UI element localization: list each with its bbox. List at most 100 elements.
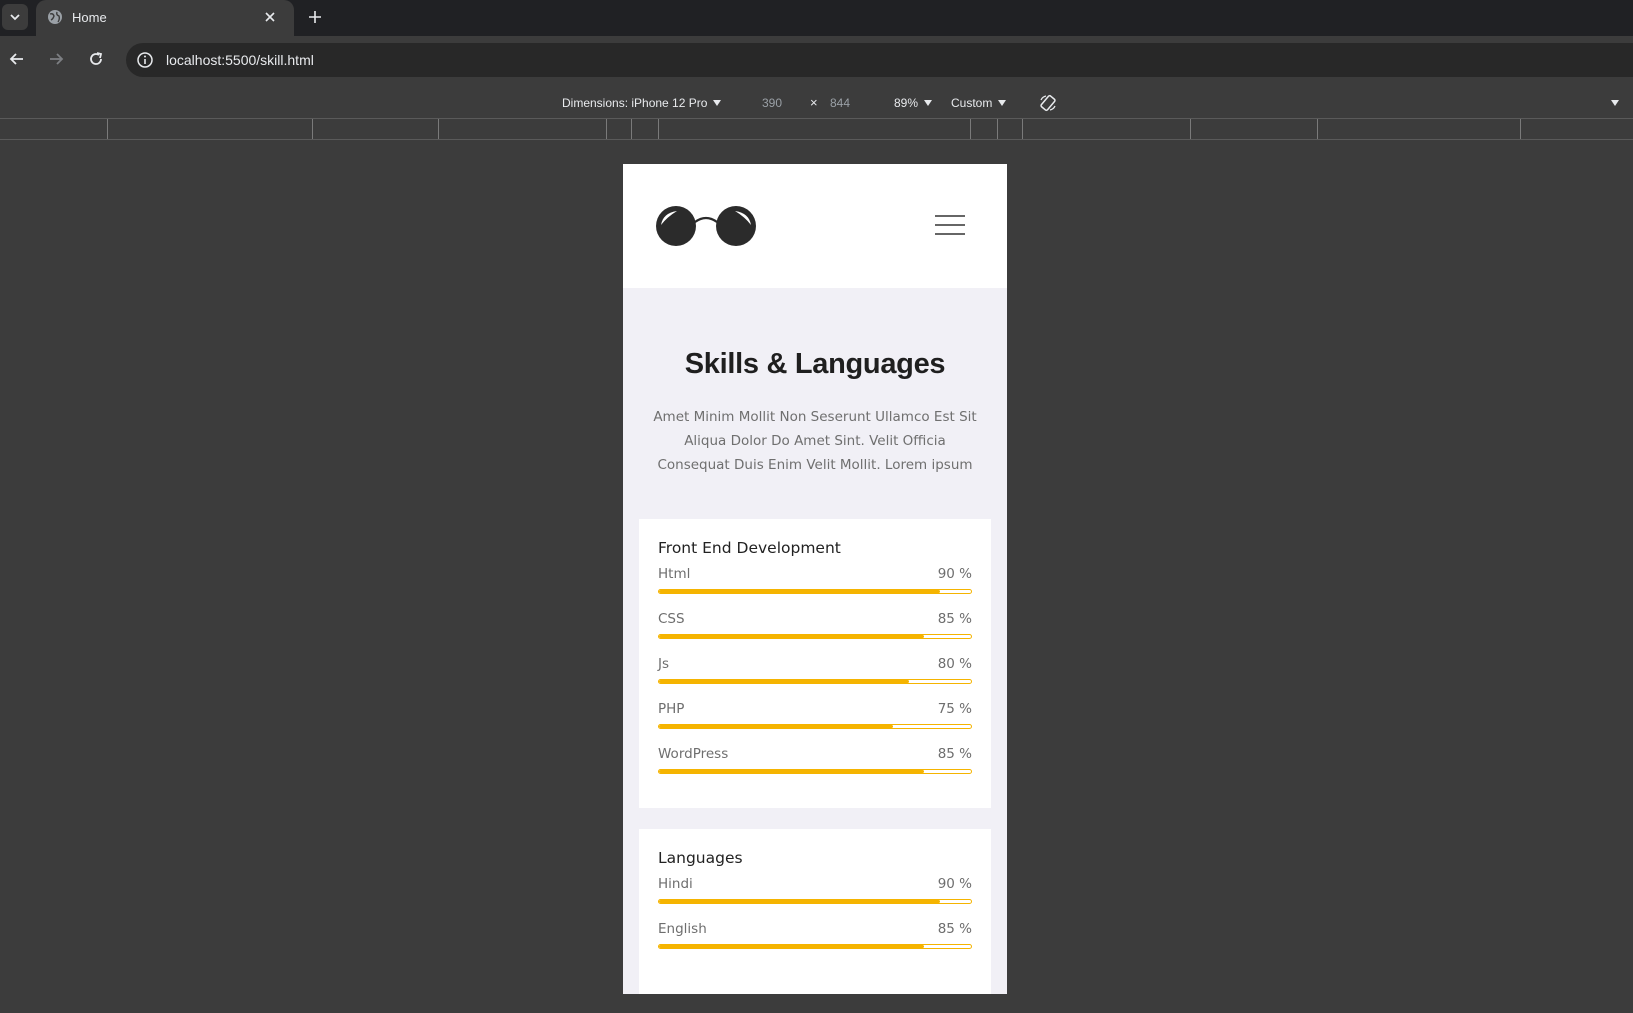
progress-fill	[659, 725, 893, 728]
page-title: Skills & Languages	[684, 348, 946, 380]
caret-down-icon	[998, 100, 1007, 106]
arrow-left-icon	[9, 53, 23, 65]
tab-strip: Home	[0, 0, 1633, 36]
new-tab-button[interactable]	[304, 6, 326, 28]
rotate-icon	[1040, 94, 1056, 112]
caret-down-icon	[713, 100, 722, 106]
ruler-tick	[438, 119, 439, 139]
skill-percent: 90 %	[937, 566, 972, 582]
device-viewport: Skills & Languages Amet Minim Mollit Non…	[623, 164, 1007, 994]
ruler-tick	[606, 119, 607, 139]
plus-icon	[309, 11, 321, 23]
skill-row: CSS 85 %	[658, 611, 972, 656]
device-select[interactable]: Dimensions: iPhone 12 Pro	[562, 96, 722, 110]
browser-toolbar: localhost:5500/skill.html	[0, 36, 1633, 82]
progress-bar	[658, 899, 972, 904]
ruler-tick	[631, 119, 632, 139]
ruler-tick	[997, 119, 998, 139]
ruler-tick	[1190, 119, 1191, 139]
skill-name: English	[658, 921, 707, 937]
progress-bar	[658, 679, 972, 684]
progress-fill	[659, 770, 925, 773]
skill-name: PHP	[658, 701, 685, 717]
skill-row: Js 80 %	[658, 656, 972, 701]
skill-list: Hindi 90 % English 85 %	[658, 876, 972, 966]
throttle-select[interactable]: Custom	[951, 96, 1007, 110]
hamburger-line	[935, 215, 965, 217]
skill-percent: 90 %	[937, 876, 972, 892]
skill-percent: 80 %	[937, 656, 972, 672]
skill-list: Html 90 % CSS 85 % Js 80 % PHP 75 % WordPress 85 …	[658, 566, 972, 791]
caret-down-icon	[1611, 100, 1619, 106]
width-input[interactable]: 390	[762, 96, 782, 110]
progress-fill	[659, 590, 940, 593]
zoom-label: 89%	[894, 96, 919, 110]
arrow-right-icon	[50, 53, 64, 65]
ruler-tick	[970, 119, 971, 139]
hero-section: Skills & Languages Amet Minim Mollit Non…	[623, 288, 1007, 477]
device-label: Dimensions: iPhone 12 Pro	[562, 96, 708, 110]
back-button[interactable]	[6, 48, 28, 70]
skill-row: PHP 75 %	[658, 701, 972, 746]
throttle-label: Custom	[951, 96, 993, 110]
ruler-tick	[658, 119, 659, 139]
skill-name: Hindi	[658, 876, 693, 892]
address-bar[interactable]: localhost:5500/skill.html	[126, 43, 1633, 77]
close-icon	[265, 12, 275, 22]
url-text[interactable]: localhost:5500/skill.html	[166, 52, 314, 68]
info-icon[interactable]	[136, 51, 154, 69]
page-description: Amet Minim Mollit Non Seserunt Ullamco E…	[653, 409, 977, 473]
skill-percent: 85 %	[937, 921, 972, 937]
skill-percent: 75 %	[937, 701, 972, 717]
skill-row: WordPress 85 %	[658, 746, 972, 791]
media-query-bar[interactable]	[0, 118, 1633, 140]
skill-percent: 85 %	[937, 611, 972, 627]
hamburger-line	[935, 224, 965, 226]
languages-card: Languages Hindi 90 % English 85 %	[639, 829, 991, 994]
hamburger-line	[935, 233, 965, 235]
progress-bar	[658, 944, 972, 949]
skill-row: English 85 %	[658, 921, 972, 966]
device-toolbar: Dimensions: iPhone 12 Pro 390 × 844 89% …	[0, 88, 1633, 118]
tab-search-button[interactable]	[2, 4, 28, 30]
progress-bar	[658, 589, 972, 594]
tab-close-button[interactable]	[259, 6, 281, 28]
caret-down-icon	[924, 100, 933, 106]
frontend-skills-card: Front End Development Html 90 % CSS 85 % Js 8…	[639, 519, 991, 808]
zoom-select[interactable]: 89%	[894, 96, 933, 110]
progress-fill	[659, 900, 940, 903]
reload-button[interactable]	[85, 48, 107, 70]
ruler-tick	[1520, 119, 1521, 139]
skill-name: WordPress	[658, 746, 729, 762]
progress-bar	[658, 724, 972, 729]
card-title: Languages	[658, 849, 743, 867]
progress-fill	[659, 680, 909, 683]
rotate-button[interactable]	[1038, 93, 1058, 113]
more-options-button[interactable]	[1611, 100, 1619, 106]
progress-fill	[659, 635, 925, 638]
chevron-down-icon	[10, 14, 20, 21]
card-title: Front End Development	[658, 539, 841, 557]
skill-row: Hindi 90 %	[658, 876, 972, 921]
browser-tab[interactable]: Home	[36, 0, 294, 36]
skill-row: Html 90 %	[658, 566, 972, 611]
dimension-separator: ×	[810, 95, 818, 110]
menu-button[interactable]	[935, 212, 967, 238]
skill-percent: 85 %	[937, 746, 972, 762]
forward-button[interactable]	[45, 48, 67, 70]
glasses-logo-icon[interactable]	[655, 205, 757, 247]
ruler-tick	[1022, 119, 1023, 139]
progress-bar	[658, 634, 972, 639]
progress-fill	[659, 945, 925, 948]
ruler-tick	[312, 119, 313, 139]
height-input[interactable]: 844	[830, 96, 850, 110]
ruler-tick	[107, 119, 108, 139]
progress-bar	[658, 769, 972, 774]
globe-icon	[48, 10, 62, 24]
site-header	[623, 164, 1007, 288]
skill-name: Html	[658, 566, 691, 582]
skill-name: Js	[658, 656, 670, 672]
ruler-tick	[1317, 119, 1318, 139]
reload-icon	[90, 52, 103, 65]
skill-name: CSS	[658, 611, 685, 627]
